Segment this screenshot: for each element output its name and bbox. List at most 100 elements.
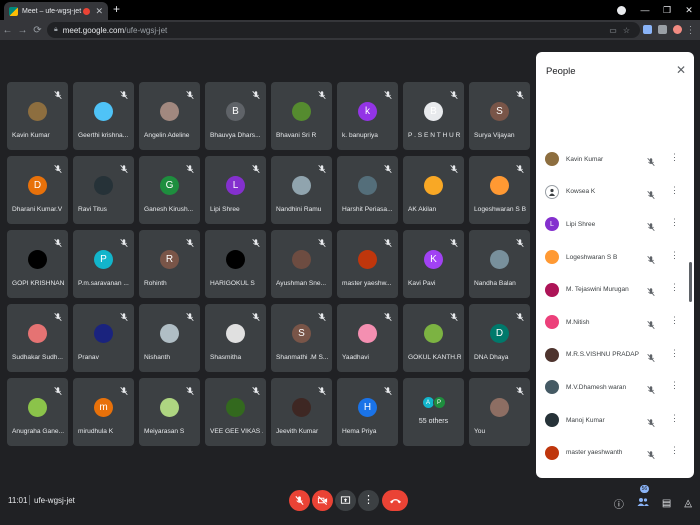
participant-tile[interactable]: Sudhakar Sudh... [7,304,68,372]
participant-tile[interactable]: S Shanmathi .M S... [271,304,332,372]
participant-tile[interactable]: VEE GEE VIKAS ... [205,378,266,446]
participant-tile[interactable]: Bhavani Sri R [271,82,332,150]
participant-tile[interactable]: Logeshwaran S B [469,156,530,224]
profile-icon[interactable] [617,5,626,15]
address-bar[interactable]: 🔒︎ meet.google.com/ufe-wgsj-jet ▭ ☆ [47,22,640,38]
avatar [292,176,311,195]
participant-tile[interactable]: D DNA Dhaya [469,304,530,372]
participant-tile[interactable]: Harshit Periasa... [337,156,398,224]
participant-tile[interactable]: GOPI KRISHNAN [7,230,68,298]
avatar: P [432,396,446,409]
mic-muted-icon [251,309,261,322]
participant-tile[interactable]: HARIGOKUL S [205,230,266,298]
chat-icon[interactable]: ▤ [662,498,671,509]
participant-tile[interactable]: Geerthi krishna... [73,82,134,150]
more-vert-icon[interactable]: ⋮ [670,153,679,162]
extension-icon[interactable] [643,25,652,34]
people-list-item[interactable]: Logeshwaran S B ⋮ [536,241,694,274]
self-tile[interactable]: You [469,378,530,446]
people-list-item[interactable]: Kowsea K ⋮ [536,176,694,209]
participant-tile[interactable]: R Rohinth [139,230,200,298]
close-panel-icon[interactable]: ✕ [676,63,686,77]
more-vert-icon[interactable]: ⋮ [670,381,679,390]
participant-tile[interactable]: Angelin Adeline [139,82,200,150]
more-vert-icon[interactable]: ⋮ [670,218,679,227]
others-tile[interactable]: A P 55 others [403,378,464,446]
participant-tile[interactable]: B P . S E N T H U R... [403,82,464,150]
bookmark-star-icon[interactable]: ☆ [623,26,630,35]
more-vert-icon[interactable]: ⋮ [670,315,679,325]
maximize-button[interactable]: ❐ [656,5,678,16]
participant-tile[interactable]: Shasmitha [205,304,266,372]
people-list-item[interactable]: Kavin Kumar ⋮ [536,143,694,176]
more-vert-icon[interactable]: ⋮ [670,283,679,292]
more-vert-icon[interactable]: ⋮ [670,250,679,260]
lock-icon[interactable]: 🔒︎ [54,26,58,34]
participant-tile[interactable]: GOKUL KANTH.R [403,304,464,372]
account-avatar-icon[interactable] [673,25,682,34]
people-list-item[interactable]: L Lipi Shree ⋮ [536,208,694,241]
present-screen-button[interactable] [335,490,356,511]
reload-button[interactable]: ⟳ [30,25,45,36]
participant-tile[interactable]: S Surya Vijayan [469,82,530,150]
people-list-item[interactable]: master yaeshwanth ⋮ [536,436,694,469]
people-list-item[interactable]: M.Nitish ⋮ [536,306,694,339]
people-button[interactable]: 56 [637,485,649,512]
activities-icon[interactable]: ◬ [684,498,692,509]
camera-toggle-button[interactable] [312,490,333,511]
meeting-info-icon[interactable]: ⓘ [614,496,624,511]
participant-tile[interactable]: k k. banupriya [337,82,398,150]
people-list-item[interactable]: Manoj Kumar ⋮ [536,404,694,437]
people-list-item[interactable]: Meiyarasan S⋮ [536,469,694,478]
browser-tab[interactable]: Meet – ufe-wgsj-jet ✕ [4,2,108,20]
participant-tile[interactable]: H Hema Priya [337,378,398,446]
people-list-item[interactable]: M.R.S.VISHNU PRADAP ⋮ [536,339,694,372]
participant-tile[interactable]: G Ganesh Kirush... [139,156,200,224]
more-vert-icon[interactable]: ⋮ [670,185,679,195]
participant-tile[interactable]: L Lipi Shree [205,156,266,224]
participant-tile[interactable]: Ayushman Sne... [271,230,332,298]
avatar: P [94,250,113,269]
participant-tile[interactable]: K Kavi Pavi [403,230,464,298]
participant-tile[interactable]: Nandhini Ramu [271,156,332,224]
people-list-item[interactable]: M. Tejaswini Murugan ⋮ [536,273,694,306]
back-button[interactable]: ← [0,25,15,36]
puzzle-extensions-icon[interactable] [658,25,667,34]
participant-name: Bhavani Sri R [276,132,317,139]
more-options-button[interactable]: ⋮ [358,490,379,511]
participant-tile[interactable]: B Bhauvya Dhars... [205,82,266,150]
participant-tile[interactable]: m mirudhula K [73,378,134,446]
avatar [545,413,559,428]
participant-tile[interactable]: Jeevith Kumar [271,378,332,446]
participant-tile[interactable]: Yaadhavi [337,304,398,372]
participant-tile[interactable]: P P.m.saravanan ... [73,230,134,298]
participant-name: Ravi Titus [78,206,107,213]
more-vert-icon[interactable]: ⋮ [670,446,679,455]
participant-tile[interactable]: Pranav [73,304,134,372]
tab-close-icon[interactable]: ✕ [95,6,103,16]
people-scrollbar[interactable] [689,262,692,302]
window-close-button[interactable]: ✕ [678,5,700,16]
participant-tile[interactable]: Nandha Balan [469,230,530,298]
participant-tile[interactable]: D Dharani Kumar.V [7,156,68,224]
camera-indicator-icon[interactable]: ▭ [609,26,617,35]
participant-tile[interactable]: Nishanth [139,304,200,372]
new-tab-button[interactable]: + [113,3,120,15]
forward-button[interactable]: → [15,25,30,36]
participant-tile[interactable]: Kavin Kumar [7,82,68,150]
participant-name: AK Akilan [408,206,437,213]
people-list-item[interactable]: M.V.Dhamesh waran ⋮ [536,371,694,404]
participant-tile[interactable]: Ravi Titus [73,156,134,224]
participant-tile[interactable]: Meiyarasan S [139,378,200,446]
participant-tile[interactable]: master yaeshw... [337,230,398,298]
mic-toggle-button[interactable] [289,490,310,511]
browser-menu-icon[interactable]: ⋮ [683,25,698,36]
minimize-button[interactable]: — [634,5,656,15]
leave-call-button[interactable] [382,490,408,511]
participant-tile[interactable]: Anugraha Gane... [7,378,68,446]
url-text: meet.google.com/ufe-wgsj-jet [63,26,168,35]
more-vert-icon[interactable]: ⋮ [670,413,679,423]
participant-name: Nandha Balan [474,280,516,287]
more-vert-icon[interactable]: ⋮ [670,348,679,358]
participant-tile[interactable]: AK Akilan [403,156,464,224]
